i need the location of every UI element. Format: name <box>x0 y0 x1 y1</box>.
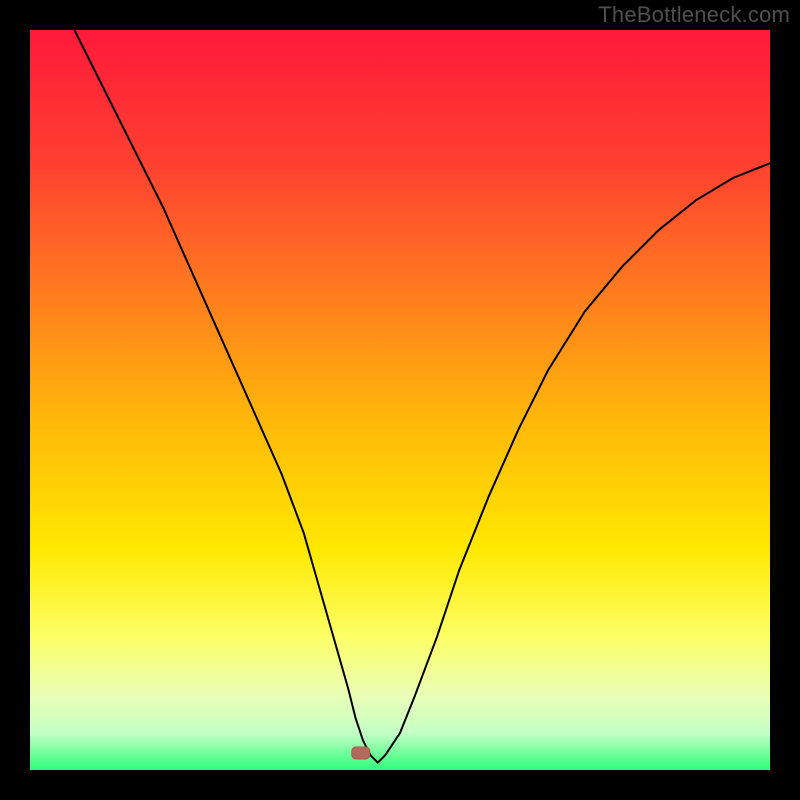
minimum-marker <box>352 747 370 759</box>
plot-svg <box>30 30 770 770</box>
plot-area <box>30 30 770 770</box>
watermark-text: TheBottleneck.com <box>598 2 790 28</box>
chart-frame: TheBottleneck.com <box>0 0 800 800</box>
gradient-background <box>30 30 770 770</box>
